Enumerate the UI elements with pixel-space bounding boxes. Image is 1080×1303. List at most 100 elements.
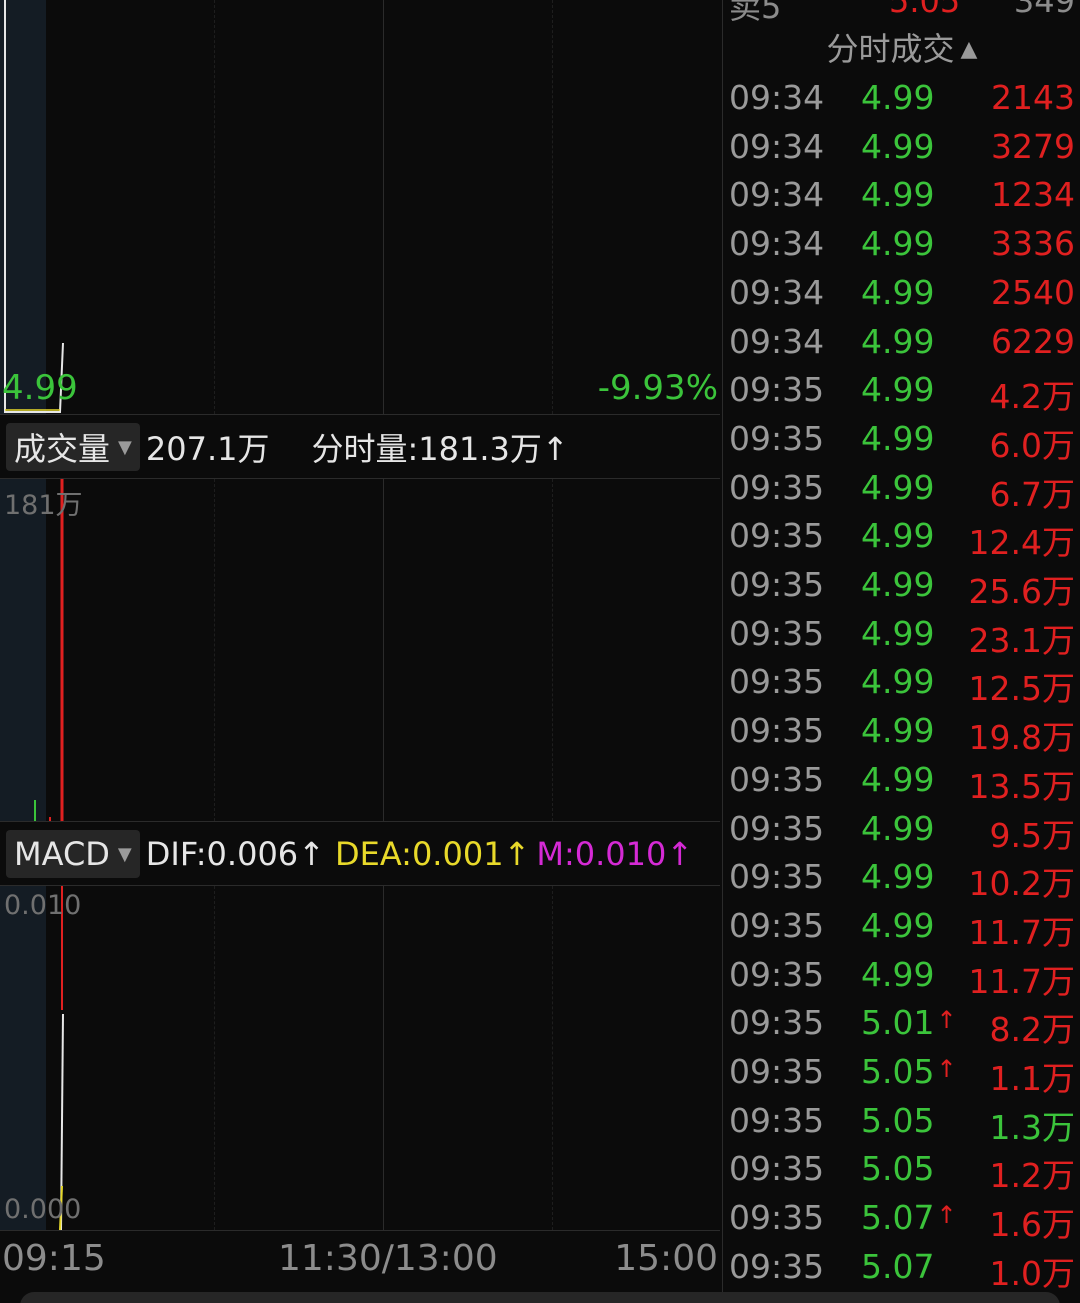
trade-time: 09:34 bbox=[729, 78, 825, 117]
trades-header-title: 分时成交 bbox=[826, 30, 955, 68]
trade-volume: 3336 bbox=[991, 224, 1075, 264]
trade-price-value: 5.05 bbox=[861, 1100, 935, 1140]
trade-price: 5.05 bbox=[861, 1101, 934, 1140]
trade-price: 4.99 bbox=[861, 273, 934, 312]
trade-price: 4.99 bbox=[861, 516, 934, 555]
trade-price-value: 4.99 bbox=[861, 662, 935, 702]
minute-volume-text: 分时量:181.3万↑ bbox=[311, 430, 569, 468]
trade-price-value: 5.01 bbox=[861, 1003, 935, 1043]
trade-row: 09:35 4.99 19.8万 bbox=[723, 709, 1080, 757]
trade-volume: 3279 bbox=[991, 126, 1075, 166]
trade-price: 4.99 bbox=[861, 662, 934, 701]
order-book-row-cutoff: 卖5 5.05 349 bbox=[723, 0, 1080, 26]
trade-time: 09:35 bbox=[729, 1149, 825, 1189]
trade-price: 5.05↑ bbox=[861, 1052, 957, 1091]
trade-volume: 2540 bbox=[991, 272, 1075, 312]
trades-header[interactable]: 分时成交 ▲ bbox=[723, 24, 1080, 70]
divider bbox=[0, 414, 720, 415]
trade-time: 09:35 bbox=[729, 857, 825, 897]
trade-row: 09:35 4.99 12.5万 bbox=[723, 660, 1080, 708]
tick-trades-panel[interactable]: 卖5 5.05 349 分时成交 ▲ 09:34 4.99 2143 09:34 4.99… bbox=[722, 0, 1080, 1303]
trade-price: 4.99 bbox=[861, 78, 934, 117]
trade-time: 09:35 bbox=[729, 467, 825, 507]
trade-price-value: 5.05 bbox=[861, 1052, 935, 1091]
trade-volume: 1.0万 bbox=[989, 1253, 1075, 1293]
trade-time: 09:35 bbox=[729, 711, 825, 751]
price-line-chart bbox=[4, 0, 64, 413]
trade-volume: 11.7万 bbox=[968, 961, 1075, 1001]
trade-row: 09:35 5.07 1.0万 bbox=[723, 1245, 1080, 1293]
trade-time: 09:35 bbox=[729, 808, 825, 848]
trade-price-value: 4.99 bbox=[861, 175, 935, 215]
trade-time: 09:35 bbox=[729, 1100, 825, 1140]
trade-row: 09:34 4.99 3279 bbox=[723, 125, 1080, 173]
trade-time: 09:35 bbox=[729, 613, 825, 653]
macd-chart-panel[interactable]: 0.010 0.000 bbox=[0, 886, 720, 1230]
trade-price: 4.99 bbox=[861, 760, 934, 799]
trade-price-value: 5.05 bbox=[861, 1149, 935, 1189]
macd-scale-top: 0.010 bbox=[4, 890, 82, 921]
trade-price: 5.07 bbox=[861, 1247, 934, 1286]
trade-time: 09:34 bbox=[729, 126, 825, 166]
trade-time: 09:35 bbox=[729, 662, 825, 702]
total-volume-text: 207.1万 bbox=[145, 430, 270, 468]
chart-area[interactable]: 4.99 -9.93% 成交量 ▼ 207.1万 分时量:181.3万↑ 181… bbox=[0, 0, 720, 1303]
trade-row: 09:34 4.99 2143 bbox=[723, 76, 1080, 124]
trade-time: 09:34 bbox=[729, 272, 825, 312]
trade-price-value: 4.99 bbox=[861, 759, 935, 799]
macd-indicator-selector[interactable]: MACD ▼ bbox=[6, 830, 140, 878]
trade-volume: 6229 bbox=[991, 321, 1075, 361]
trade-volume: 10.2万 bbox=[968, 864, 1075, 904]
volume-scale-max: 181万 bbox=[4, 490, 83, 521]
trade-volume: 25.6万 bbox=[968, 572, 1075, 611]
trade-price-value: 4.99 bbox=[861, 272, 935, 312]
time-axis-start: 09:15 bbox=[2, 1238, 106, 1279]
trade-price-value: 4.99 bbox=[861, 78, 935, 117]
order-book-volume: 349 bbox=[1013, 0, 1075, 20]
volume-chart-panel[interactable]: 181万 bbox=[0, 479, 720, 821]
trade-price-value: 4.99 bbox=[861, 321, 935, 361]
trade-price-value: 4.99 bbox=[861, 418, 935, 458]
trade-volume: 12.4万 bbox=[968, 523, 1075, 563]
trade-time: 09:35 bbox=[729, 370, 825, 410]
trade-price: 4.99 bbox=[861, 127, 934, 166]
trade-volume: 2143 bbox=[991, 78, 1075, 117]
trade-time: 09:35 bbox=[729, 1003, 825, 1043]
trade-price-value: 4.99 bbox=[861, 954, 935, 994]
volume-indicator-selector[interactable]: 成交量 ▼ bbox=[6, 423, 140, 471]
trade-price: 4.99 bbox=[861, 955, 934, 994]
trade-volume: 4.2万 bbox=[989, 377, 1075, 417]
trade-row: 09:35 4.99 12.4万 bbox=[723, 514, 1080, 562]
trade-time: 09:34 bbox=[729, 175, 825, 215]
trade-volume: 8.2万 bbox=[989, 1010, 1075, 1050]
trade-volume: 6.0万 bbox=[989, 425, 1075, 465]
trade-time: 09:34 bbox=[729, 224, 825, 264]
arrow-up-icon: ↑ bbox=[936, 1006, 957, 1035]
time-axis-middle: 11:30/13:00 bbox=[278, 1238, 498, 1279]
divider bbox=[0, 821, 720, 822]
trade-volume: 19.8万 bbox=[968, 718, 1075, 758]
trade-price-value: 5.07 bbox=[861, 1246, 935, 1286]
trade-price-value: 4.99 bbox=[861, 905, 935, 945]
bottom-sheet-handle[interactable] bbox=[20, 1292, 1060, 1303]
trade-price: 4.99 bbox=[861, 906, 934, 945]
trade-row: 09:35 5.05↑ 1.1万 bbox=[723, 1050, 1080, 1098]
trade-time: 09:35 bbox=[729, 1246, 825, 1286]
trade-time: 09:35 bbox=[729, 954, 825, 994]
trade-price: 4.99 bbox=[861, 711, 934, 750]
chevron-down-icon: ▼ bbox=[118, 436, 132, 458]
volume-indicator-name: 成交量 bbox=[14, 430, 111, 468]
trade-row: 09:34 4.99 3336 bbox=[723, 222, 1080, 270]
trade-price: 5.05 bbox=[861, 1149, 934, 1188]
trade-row: 09:35 4.99 23.1万 bbox=[723, 612, 1080, 660]
chevron-down-icon: ▼ bbox=[117, 843, 132, 865]
trade-row: 09:35 5.05 1.2万 bbox=[723, 1147, 1080, 1195]
macd-indicator-name: MACD bbox=[14, 835, 110, 873]
volume-indicator-bar: 成交量 ▼ 207.1万 分时量:181.3万↑ bbox=[0, 416, 720, 478]
trade-row: 09:34 4.99 2540 bbox=[723, 271, 1080, 319]
macd-chart bbox=[59, 886, 64, 1230]
price-chart-panel[interactable]: 4.99 -9.93% bbox=[0, 0, 720, 414]
trade-time: 09:35 bbox=[729, 516, 825, 556]
price-line bbox=[4, 0, 64, 413]
trade-price: 5.07↑ bbox=[861, 1198, 957, 1237]
